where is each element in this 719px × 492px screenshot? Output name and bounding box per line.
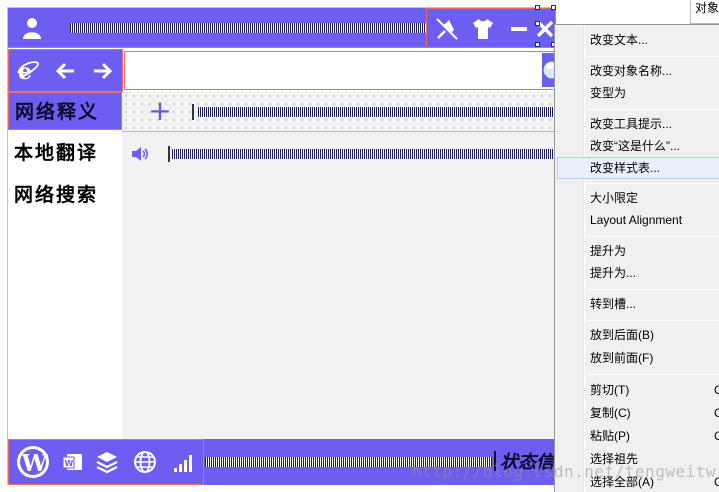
arrow-right-icon[interactable] (89, 58, 115, 84)
designer-form: e 网络释义 本地翻译 网络搜索 + W W 状态信 (7, 7, 562, 485)
menu-item-label: 复制(C) (590, 406, 631, 420)
status-bar: W W 状态信 (8, 439, 555, 485)
menu-item-label: 转到槽... (590, 297, 637, 311)
property-panel-header: 对象 (690, 0, 719, 24)
menu-item-label: 改变对象名称... (590, 64, 673, 78)
menu-item-send-to-back[interactable]: 放到后面(B) (557, 324, 719, 346)
menu-item-layout-alignment[interactable]: Layout Alignment (557, 209, 719, 231)
menu-item-label: 选择祖先 (590, 452, 639, 466)
divider (168, 146, 170, 162)
url-input[interactable] (124, 51, 556, 90)
shortcut-label: C (714, 402, 719, 424)
menu-item-go-to-slot[interactable]: 转到槽... (557, 293, 719, 315)
divider (494, 451, 496, 471)
divider (192, 104, 194, 120)
content-area: + (122, 92, 555, 439)
selection-handle[interactable] (535, 42, 540, 47)
plus-icon[interactable]: + (148, 97, 172, 125)
selection-handle[interactable] (551, 5, 556, 10)
menu-separator (586, 109, 719, 110)
menu-item-cut[interactable]: 剪切(T) C (557, 379, 719, 401)
menu-item-size-constraints[interactable]: 大小限定 (557, 187, 719, 209)
context-menu: 改变文本... 改变对象名称... 变型为 改变工具提示... 改变“这是什么”… (554, 24, 719, 492)
menu-item-change-text[interactable]: 改变文本... (557, 29, 719, 51)
menu-item-label: 放到后面(B) (590, 328, 654, 342)
menu-item-label: 剪切(T) (590, 383, 630, 397)
menu-separator (586, 236, 719, 237)
menu-separator (586, 56, 719, 57)
nav-buttons: e (8, 49, 123, 92)
sidebar-item-web-search[interactable]: 网络搜索 (8, 176, 122, 214)
menu-separator (586, 289, 719, 290)
menu-item-change-whats-this[interactable]: 改变“这是什么”... (557, 135, 719, 157)
signal-icon[interactable] (169, 448, 197, 476)
menu-item-label: 改变文本... (590, 33, 649, 47)
wordpress-icon[interactable]: W (15, 444, 51, 480)
shortcut-label: C (714, 379, 719, 401)
status-text: 状态信 (500, 452, 554, 473)
status-bar-icons: W W (8, 439, 204, 485)
sidebar-item-network-definition[interactable]: 网络释义 (8, 92, 122, 130)
menu-item-copy[interactable]: 复制(C) C (557, 402, 719, 424)
menu-separator (586, 183, 719, 184)
menu-item-morph-into[interactable]: 变型为 (557, 82, 719, 104)
status-spacer (205, 457, 492, 467)
menu-item-label: 变型为 (590, 86, 627, 100)
shirt-icon[interactable] (469, 15, 497, 43)
menu-item-select-ancestor[interactable]: 选择祖先 (557, 448, 719, 470)
menu-item-label: 提升为 (590, 244, 627, 258)
title-drag-area[interactable] (70, 23, 426, 33)
arrow-left-icon[interactable] (53, 58, 79, 84)
tool-spacer (198, 107, 555, 117)
selection-handle[interactable] (535, 21, 540, 26)
menu-item-label: 选择全部(A) (590, 475, 654, 489)
speaker-icon[interactable] (130, 145, 150, 163)
pin-icon[interactable] (433, 15, 461, 43)
menu-item-label: 大小限定 (590, 191, 639, 205)
menu-item-label: 放到前面(F) (590, 351, 654, 365)
menu-item-select-all[interactable]: 选择全部(A) C (557, 471, 719, 492)
menu-item-label: 改变样式表... (590, 161, 661, 175)
menu-separator (586, 374, 719, 375)
menu-item-bring-to-front[interactable]: 放到前面(F) (557, 347, 719, 369)
menu-item-change-tooltip[interactable]: 改变工具提示... (557, 113, 719, 135)
layers-icon[interactable] (93, 448, 121, 476)
menu-item-label: Layout Alignment (590, 213, 683, 227)
menu-item-promote-to[interactable]: 提升为 (557, 240, 719, 262)
menu-item-paste[interactable]: 粘贴(P) C (557, 425, 719, 447)
word-icon[interactable]: W (59, 448, 87, 476)
sidebar: 网络释义 本地翻译 网络搜索 (8, 92, 122, 439)
tool-row: + (122, 92, 555, 132)
audio-row (122, 138, 555, 170)
menu-item-label: 改变工具提示... (590, 117, 673, 131)
svg-text:W: W (21, 450, 49, 477)
menu-item-label: 改变“这是什么”... (590, 139, 680, 153)
menu-separator (586, 320, 719, 321)
menu-item-change-object-name[interactable]: 改变对象名称... (557, 60, 719, 82)
shortcut-label: C (714, 471, 719, 492)
globe-icon[interactable] (131, 448, 159, 476)
minimize-icon[interactable] (505, 15, 533, 43)
ie-browser-icon[interactable]: e (15, 58, 41, 84)
menu-item-promote-to-dialog[interactable]: 提升为... (557, 262, 719, 284)
user-icon[interactable] (20, 16, 44, 40)
sidebar-item-local-translation[interactable]: 本地翻译 (8, 134, 122, 172)
selection-handle[interactable] (535, 5, 540, 10)
shortcut-label: C (714, 425, 719, 447)
svg-text:W: W (65, 459, 74, 468)
audio-spacer (172, 149, 555, 159)
menu-item-change-stylesheet[interactable]: 改变样式表... (557, 157, 719, 179)
navigation-bar: e (8, 49, 562, 92)
menu-item-label: 粘贴(P) (590, 429, 630, 443)
menu-item-label: 提升为... (590, 266, 637, 280)
title-bar (8, 8, 556, 48)
